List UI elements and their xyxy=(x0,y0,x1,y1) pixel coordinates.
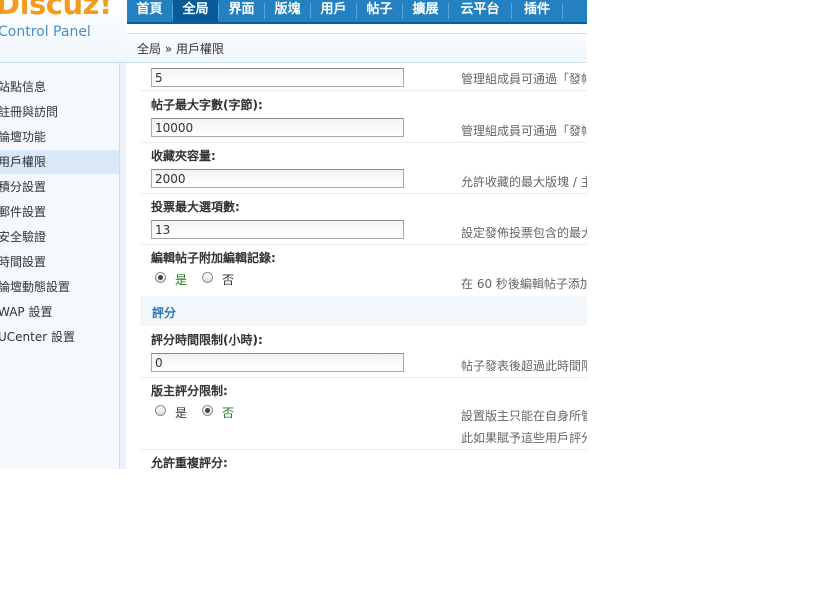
sidebar-item-label: 站點信息 xyxy=(0,80,47,94)
mod-rate-limit-label: 版主評分限制: xyxy=(151,384,228,398)
sidebar-item-label: 積分設置 xyxy=(0,180,47,194)
poll-options-input[interactable]: 13 xyxy=(151,220,404,239)
row-divider xyxy=(140,90,587,91)
mod-rate-limit-tip-line1: 設置版主只能在自身所管 xyxy=(461,409,587,423)
rate-time-label: 評分時間限制(小時): xyxy=(151,333,263,347)
rate-time-input[interactable]: 0 xyxy=(151,353,404,372)
max-chars-label: 帖子最大字數(字節): xyxy=(151,98,263,112)
sidebar-item-wap[interactable]: WAP 設置 xyxy=(0,300,119,324)
top-field-input[interactable]: 5 xyxy=(151,68,404,87)
sidebar-item-forum-feed[interactable]: 論壇動態設置 xyxy=(0,275,119,299)
mod-rate-limit-no-radio[interactable] xyxy=(202,405,213,416)
nav-tab-global[interactable]: 全局 xyxy=(173,0,218,22)
mod-rate-limit-radio-group: 是 否 xyxy=(155,404,255,420)
sidebar-item-time[interactable]: 時間設置 xyxy=(0,250,119,274)
fav-capacity-input[interactable]: 2000 xyxy=(151,169,404,188)
allow-repeat-label: 允許重複評分: xyxy=(151,456,228,469)
logo-text: Discuz! xyxy=(0,0,112,21)
nav-tab-users[interactable]: 用戶 xyxy=(311,0,356,22)
breadcrumb-bar: 全局 » 用戶權限 xyxy=(127,33,587,63)
edit-record-radio-group: 是 否 xyxy=(155,271,255,287)
rate-time-tip: 帖子發表後超過此時間限 xyxy=(461,359,587,373)
sidebar-item-label: 論壇功能 xyxy=(0,130,47,144)
sidebar-item-user-permissions[interactable]: 用戶權限 xyxy=(0,150,119,174)
nav-tab-cloud[interactable]: 云平台 xyxy=(449,0,511,22)
sidebar-item-label: 用戶權限 xyxy=(0,155,47,169)
row-divider xyxy=(140,244,587,245)
mod-rate-limit-yes-radio[interactable] xyxy=(155,405,166,416)
row-divider xyxy=(140,193,587,194)
mod-rate-limit-no-label[interactable]: 否 xyxy=(222,404,234,421)
nav-tab-extensions[interactable]: 擴展 xyxy=(403,0,448,22)
sidebar-item-forum-features[interactable]: 論壇功能 xyxy=(0,125,119,149)
nav-tab-posts[interactable]: 帖子 xyxy=(357,0,402,22)
sidebar-item-label: 註冊與訪問 xyxy=(0,105,59,119)
nav-tab-home[interactable]: 首頁 xyxy=(127,0,172,22)
edit-record-tip: 在 60 秒後編輯帖子添加 xyxy=(461,277,587,291)
nav-tab-interface[interactable]: 界面 xyxy=(219,0,264,22)
edit-record-yes-label[interactable]: 是 xyxy=(175,271,187,288)
sidebar-item-label: 時間設置 xyxy=(0,255,47,269)
sidebar-gutter xyxy=(120,63,126,469)
sidebar-item-label: 安全驗證 xyxy=(0,230,47,244)
edit-record-no-radio[interactable] xyxy=(202,272,213,283)
max-chars-tip: 管理組成員可通過「發帖 xyxy=(461,124,587,138)
nav-divider xyxy=(562,3,563,19)
mod-rate-limit-tip-line2: 此如果賦予這些用戶評分 xyxy=(461,431,587,445)
poll-options-tip: 設定發佈投票包含的最大 xyxy=(461,226,587,240)
poll-options-label: 投票最大選項數: xyxy=(151,200,240,214)
sidebar-item-ucenter[interactable]: UCenter 設置 xyxy=(0,325,119,349)
sidebar-item-label: UCenter 設置 xyxy=(0,330,75,344)
logo[interactable]: Discuz! Control Panel xyxy=(0,0,127,63)
edit-record-yes-radio[interactable] xyxy=(155,272,166,283)
sidebar-item-mail[interactable]: 郵件設置 xyxy=(0,200,119,224)
section-header-rating: 評分 xyxy=(140,296,587,326)
sidebar-item-label: 郵件設置 xyxy=(0,205,47,219)
max-chars-input[interactable]: 10000 xyxy=(151,118,404,137)
settings-form: 5 管理組成員可通過「發帖 帖子最大字數(字節): 10000 管理組成員可通過… xyxy=(127,63,587,469)
row-divider xyxy=(140,142,587,143)
logo-subtitle: Control Panel xyxy=(0,24,91,40)
sidebar-item-label: 論壇動態設置 xyxy=(0,280,71,294)
nav-tab-forums[interactable]: 版塊 xyxy=(265,0,310,22)
sidebar: 站點信息 註冊與訪問 論壇功能 用戶權限 積分設置 郵件設置 安全驗證 時間設置… xyxy=(0,63,119,469)
sidebar-item-register[interactable]: 註冊與訪問 xyxy=(0,100,119,124)
sidebar-item-security[interactable]: 安全驗證 xyxy=(0,225,119,249)
nav-tab-plugins[interactable]: 插件 xyxy=(512,0,562,22)
admin-panel: Discuz! Control Panel 首頁 全局 界面 版塊 用戶 帖子 … xyxy=(0,0,587,469)
row-divider xyxy=(140,449,587,450)
edit-record-label: 編輯帖子附加編輯記錄: xyxy=(151,251,276,265)
section-title: 評分 xyxy=(152,306,177,320)
fav-capacity-tip: 允許收藏的最大版塊 / 主 xyxy=(461,175,587,189)
top-nav: 首頁 全局 界面 版塊 用戶 帖子 擴展 云平台 插件 xyxy=(127,0,587,24)
row-divider xyxy=(140,377,587,378)
mod-rate-limit-yes-label[interactable]: 是 xyxy=(175,404,187,421)
edit-record-no-label[interactable]: 否 xyxy=(222,271,234,288)
top-field-tip: 管理組成員可通過「發帖 xyxy=(461,72,587,86)
sidebar-item-label: WAP 設置 xyxy=(0,305,53,319)
sidebar-item-credits[interactable]: 積分設置 xyxy=(0,175,119,199)
fav-capacity-label: 收藏夾容量: xyxy=(151,149,216,163)
breadcrumb: 全局 » 用戶權限 xyxy=(137,42,224,56)
sidebar-item-site-info[interactable]: 站點信息 xyxy=(0,75,119,99)
